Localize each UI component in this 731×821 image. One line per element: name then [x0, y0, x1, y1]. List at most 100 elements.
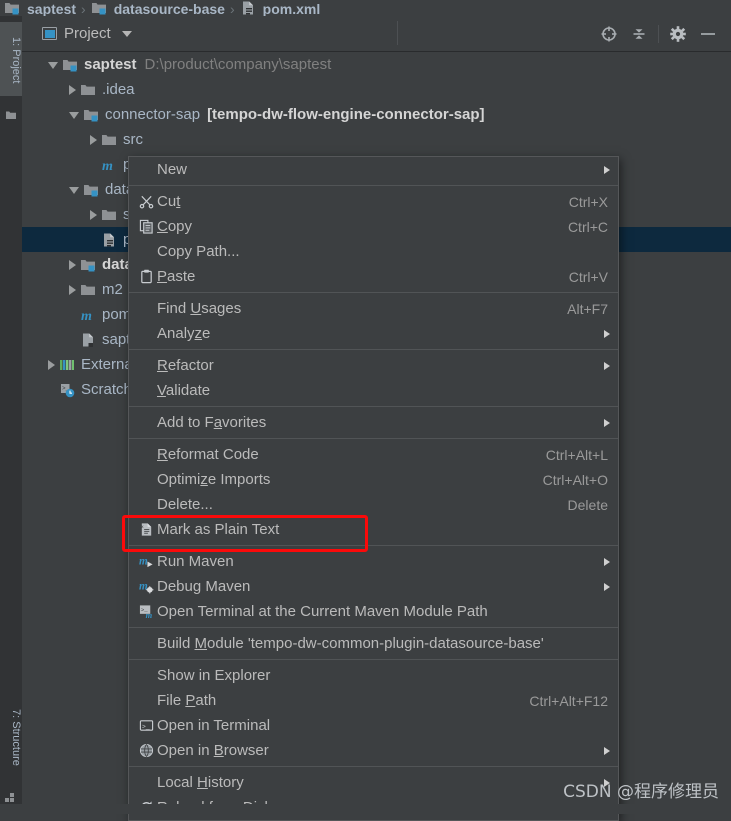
chevron-right-icon[interactable] — [69, 259, 76, 270]
tree-row-label: .idea — [102, 81, 135, 98]
submenu-arrow-icon — [604, 361, 610, 370]
bottom-strip — [0, 804, 731, 814]
left-tool-strip: 1: Project 7: Structure — [0, 16, 23, 814]
menu-item[interactable]: Reformat Code Ctrl+Alt+L — [129, 442, 618, 467]
menu-item[interactable]: Copy Ctrl+C — [129, 214, 618, 239]
chevron-right-icon[interactable] — [69, 284, 76, 295]
globe-icon — [135, 743, 157, 758]
menu-separator — [129, 438, 618, 439]
menu-item-label: Open in Terminal — [157, 717, 271, 734]
menu-separator — [129, 349, 618, 350]
menu-item[interactable]: >_ Open in Terminal — [129, 713, 618, 738]
sidebar-tab-project-label: 1: Project — [10, 36, 22, 84]
menu-item[interactable]: New — [129, 157, 618, 182]
menu-item[interactable]: Copy Path... — [129, 239, 618, 264]
sidebar-tab-project[interactable]: 1: Project — [0, 22, 22, 96]
scissors-icon — [135, 194, 157, 209]
menu-item[interactable]: Local History — [129, 770, 618, 795]
tree-row[interactable]: connector-sap [tempo-dw-flow-engine-conne… — [22, 102, 731, 127]
menu-item-label: Reformat Code — [157, 446, 259, 463]
menu-item[interactable]: Add to Favorites — [129, 410, 618, 435]
breadcrumb-item[interactable]: datasource-base — [91, 0, 225, 16]
menu-item[interactable]: Open in Browser — [129, 738, 618, 763]
submenu-arrow-icon — [604, 418, 610, 427]
menu-item[interactable]: m Debug Maven — [129, 574, 618, 599]
module-folder-icon — [83, 182, 99, 198]
tree-row[interactable]: .idea — [22, 77, 731, 102]
chevron-down-icon[interactable] — [121, 30, 132, 37]
menu-item[interactable]: >_ m Open Terminal at the Current Maven M… — [129, 599, 618, 624]
menu-item[interactable]: Delete... Delete — [129, 492, 618, 517]
context-menu[interactable]: New Cut Ctrl+X Copy Ctrl+C Copy Path... Pas… — [128, 156, 619, 821]
tree-row[interactable]: src — [22, 127, 731, 152]
menu-item[interactable]: Validate — [129, 378, 618, 403]
menu-item-label: New — [157, 161, 188, 178]
module-folder-icon — [4, 0, 20, 16]
menu-item-label: Find Usages — [157, 300, 242, 317]
menu-separator — [129, 406, 618, 407]
submenu-arrow-icon — [604, 329, 610, 338]
folder-icon — [101, 132, 117, 148]
svg-text:m: m — [145, 610, 152, 619]
menu-item-label: Local History — [157, 774, 244, 791]
maven-pom-file-icon — [240, 0, 256, 16]
menu-item-label: Delete... — [157, 496, 213, 513]
module-folder-icon — [91, 0, 107, 16]
project-view-icon — [42, 27, 57, 40]
menu-item-shortcut: Ctrl+V — [568, 268, 608, 285]
menu-item[interactable]: Analyze — [129, 321, 618, 346]
submenu-arrow-icon — [604, 165, 610, 174]
breadcrumb-item[interactable]: saptest — [4, 0, 76, 16]
svg-text:>_: >_ — [141, 723, 149, 730]
menu-item[interactable]: x Mark as Plain Text — [129, 517, 618, 542]
terminal-maven-icon: >_ m — [135, 604, 157, 619]
sidebar-tab-structure-label: 7: Structure — [10, 708, 22, 766]
breadcrumb-item-label: datasource-base — [113, 1, 225, 16]
chevron-right-icon[interactable] — [90, 134, 97, 145]
chevron-right-icon[interactable] — [90, 209, 97, 220]
gear-icon[interactable] — [663, 16, 693, 51]
menu-item[interactable]: Build Module 'tempo-dw-common-plugin-dat… — [129, 631, 618, 656]
menu-item[interactable]: File Path Ctrl+Alt+F12 — [129, 688, 618, 713]
svg-text:m: m — [81, 309, 92, 323]
copy-icon — [135, 219, 157, 234]
chevron-right-icon[interactable] — [69, 84, 76, 95]
menu-item[interactable]: Find Usages Alt+F7 — [129, 296, 618, 321]
structure-icon — [5, 790, 17, 802]
collapse-all-icon[interactable] — [624, 16, 654, 51]
breadcrumb-item[interactable]: pom.xml — [240, 0, 321, 16]
menu-item[interactable]: m Run Maven — [129, 549, 618, 574]
module-folder-icon — [62, 57, 78, 73]
menu-item-label: Paste — [157, 268, 196, 285]
tree-row-path: D:\product\company\saptest — [144, 56, 332, 73]
chevron-down-icon[interactable] — [69, 112, 79, 119]
svg-text:m: m — [139, 580, 148, 592]
chevron-down-icon[interactable] — [48, 62, 58, 69]
breadcrumb-separator: › — [81, 1, 86, 16]
run-maven-icon: m — [135, 554, 157, 569]
actions-divider — [658, 24, 659, 43]
menu-item-shortcut: Ctrl+C — [567, 218, 608, 235]
external-libraries-icon — [59, 357, 75, 373]
menu-item[interactable]: Show in Explorer — [129, 663, 618, 688]
menu-separator — [129, 545, 618, 546]
xml-file-icon — [101, 232, 117, 248]
project-view-selector[interactable]: Project — [42, 25, 132, 42]
menu-item-label: Debug Maven — [157, 578, 251, 595]
minimize-icon[interactable] — [693, 16, 723, 51]
tree-row-label: saptest — [84, 56, 137, 73]
breadcrumb: saptest › datasource-base › pom.xml — [0, 0, 731, 16]
menu-item-label: Mark as Plain Text — [157, 521, 280, 538]
sidebar-tab-structure[interactable]: 7: Structure — [0, 694, 22, 780]
menu-item[interactable]: Refactor — [129, 353, 618, 378]
tree-row[interactable]: saptest D:\product\company\saptest — [22, 52, 731, 77]
chevron-down-icon[interactable] — [69, 187, 79, 194]
project-title-label: Project — [64, 25, 111, 42]
scroll-from-source-icon[interactable] — [594, 16, 624, 51]
menu-item[interactable]: Optimize Imports Ctrl+Alt+O — [129, 467, 618, 492]
chevron-right-icon[interactable] — [48, 359, 55, 370]
breadcrumb-item-label: pom.xml — [262, 1, 321, 16]
menu-item[interactable]: Cut Ctrl+X — [129, 189, 618, 214]
menu-item[interactable]: Paste Ctrl+V — [129, 264, 618, 289]
menu-item-label: Show in Explorer — [157, 667, 271, 684]
